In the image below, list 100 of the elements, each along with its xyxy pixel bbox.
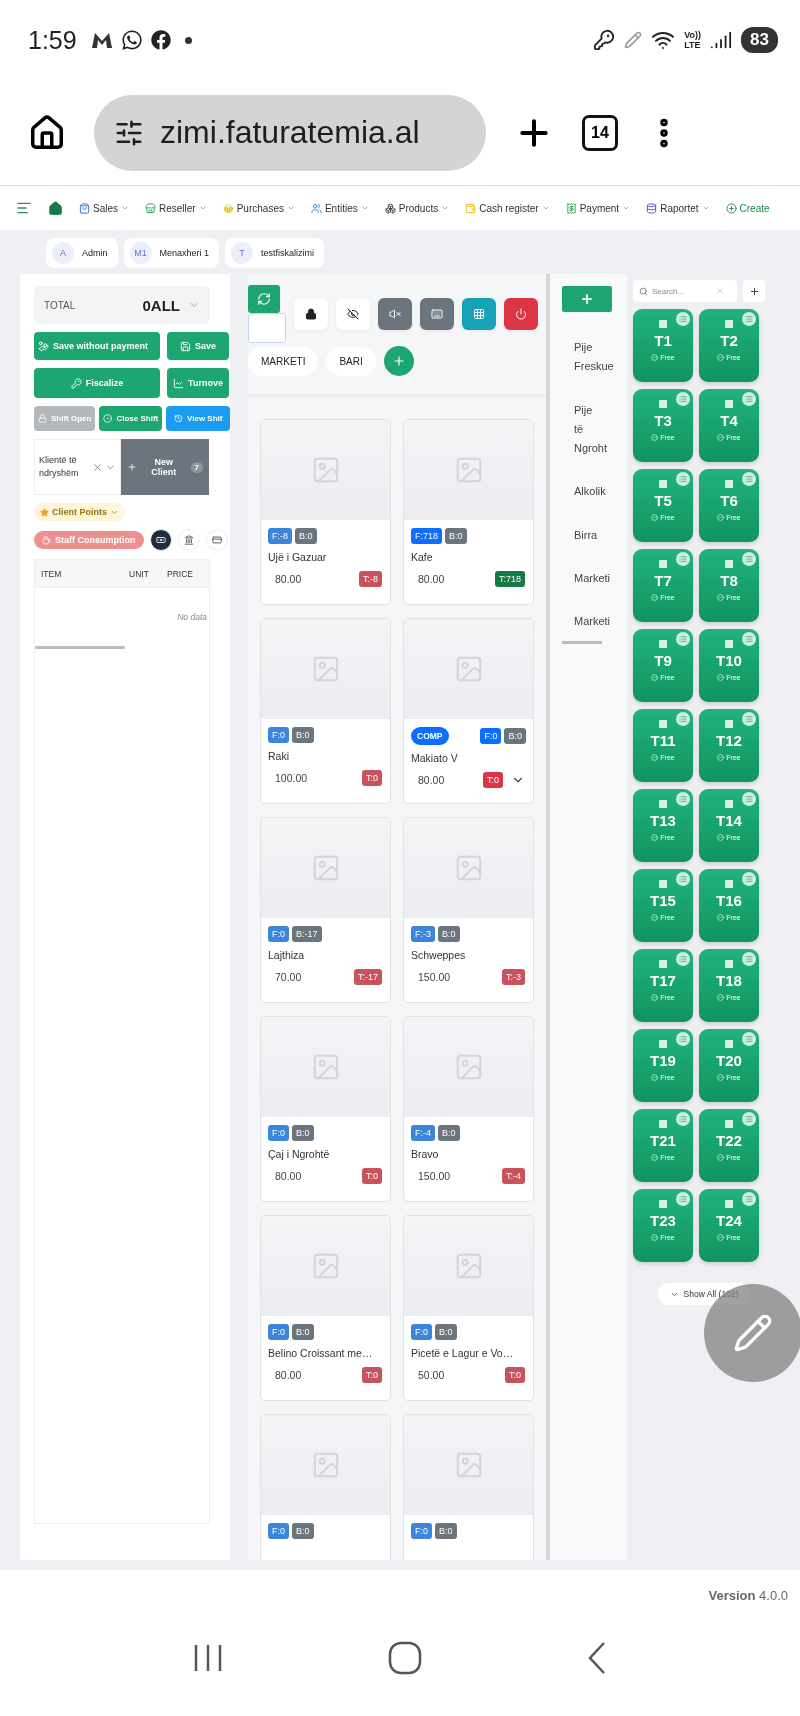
list-icon[interactable] [742, 632, 756, 646]
user-chip[interactable]: A Admin [46, 238, 118, 268]
product-card[interactable]: F:0 B:0 Çaj i Ngrohtë 80.00 T:0 [260, 1016, 391, 1202]
list-icon[interactable] [742, 792, 756, 806]
group-item[interactable]: Pije të Ngroht [562, 400, 624, 459]
client-select[interactable]: Klientë të ndryshëm [34, 439, 121, 495]
product-card[interactable]: F:0 B:0 Raki 100.00 T:0 [260, 618, 391, 804]
product-card[interactable]: F:0 B:0 Belino Croissant me… 80.00 T:0 [260, 1215, 391, 1401]
list-icon[interactable] [676, 1112, 690, 1126]
category-tab[interactable]: MARKETI [248, 346, 319, 376]
list-icon[interactable] [742, 1192, 756, 1206]
group-item[interactable]: Birra [562, 525, 624, 545]
scrollbar[interactable] [35, 646, 125, 649]
nav-item[interactable]: Reseller [145, 202, 207, 214]
product-card[interactable]: F:0 B:0 Picetë e Lagur e Vo… 50.00 T:0 [403, 1215, 534, 1401]
recent-apps-icon[interactable] [192, 1643, 224, 1673]
category-tab[interactable]: BARI [326, 346, 376, 376]
action-button[interactable]: Save [167, 332, 229, 360]
list-icon[interactable] [676, 552, 690, 566]
group-item[interactable]: Pije Freskue [562, 338, 624, 377]
product-card[interactable]: F:0 B:0 [260, 1414, 391, 1560]
clear-icon[interactable] [92, 461, 103, 473]
star-icon [40, 507, 49, 517]
action-button[interactable]: Save without payment [34, 332, 160, 360]
group-item[interactable]: Alkolik [562, 482, 624, 502]
add-table-button[interactable] [743, 280, 765, 302]
list-icon[interactable] [742, 1112, 756, 1126]
nav-item[interactable]: Sales [79, 202, 129, 214]
search-box[interactable]: Search... [633, 280, 737, 302]
list-icon[interactable] [676, 472, 690, 486]
total-box[interactable]: TOTAL 0ALL [34, 286, 210, 324]
nav-item[interactable]: Purchases [222, 202, 295, 214]
product-card[interactable]: COMP F:0 B:0 Makiato V 80.00 T:0 [403, 618, 534, 804]
list-icon[interactable] [676, 792, 690, 806]
list-icon[interactable] [742, 1032, 756, 1046]
list-icon[interactable] [742, 392, 756, 406]
home-button-icon[interactable] [388, 1641, 422, 1675]
product-card[interactable]: F:-4 B:0 Bravo 150.00 T:-4 [403, 1016, 534, 1202]
refresh-button[interactable] [248, 285, 280, 313]
list-icon[interactable] [676, 392, 690, 406]
list-icon[interactable] [742, 712, 756, 726]
hide-button[interactable] [336, 298, 370, 330]
list-icon[interactable] [676, 872, 690, 886]
address-bar[interactable]: zimi.faturatemia.al [94, 94, 486, 171]
grid-button[interactable] [462, 298, 496, 330]
action-button[interactable]: Fiscalize [34, 368, 160, 398]
group-item[interactable]: Marketi [562, 568, 624, 588]
product-card[interactable]: F:-3 B:0 Schweppes 150.00 T:-3 [403, 817, 534, 1003]
nav-item[interactable]: Entities [310, 202, 369, 214]
total-badge: T:-8 [359, 571, 382, 587]
user-chip[interactable]: T testfiskalizimi [225, 238, 325, 268]
table-name: T3 [654, 412, 672, 429]
shift-button[interactable]: Close Shift [99, 406, 163, 431]
image-placeholder-icon [404, 1017, 533, 1117]
nav-item[interactable]: Cash register [465, 202, 550, 214]
product-card[interactable]: F:0 B:0 [403, 1414, 534, 1560]
nav-item[interactable]: Payment [565, 202, 631, 214]
product-price: 150.00 [418, 1170, 452, 1182]
nav-item[interactable]: Products [384, 202, 450, 214]
client-points-button[interactable]: Client Points [34, 503, 125, 521]
tab-switcher[interactable]: 14 [582, 114, 618, 151]
new-client-button[interactable]: New Client 7 [121, 439, 209, 495]
add-group-button[interactable] [562, 286, 612, 312]
product-name: Makiato V [410, 751, 459, 764]
list-icon[interactable] [676, 1032, 690, 1046]
payment-mode-button[interactable] [149, 529, 172, 551]
keyboard-button[interactable] [420, 298, 454, 330]
stock-badge: B:-17 [292, 926, 322, 942]
mute-button[interactable] [378, 298, 412, 330]
list-icon[interactable] [742, 472, 756, 486]
group-item[interactable]: Marketi [562, 612, 624, 632]
power-button[interactable] [504, 298, 538, 330]
search-field[interactable]: Search... [652, 286, 712, 296]
empty-message: No data [177, 612, 207, 622]
product-card[interactable]: F:0 B:-17 Lajthiza 70.00 T:-17 [260, 817, 391, 1003]
list-icon[interactable] [742, 952, 756, 966]
back-icon[interactable] [586, 1641, 608, 1675]
stock-badge: F:0 [268, 926, 289, 942]
list-icon[interactable] [742, 552, 756, 566]
list-icon[interactable] [676, 1192, 690, 1206]
action-button[interactable]: Turnove [167, 368, 229, 398]
list-icon[interactable] [676, 632, 690, 646]
square-icon [659, 320, 667, 328]
home-icon[interactable] [28, 113, 66, 152]
list-icon[interactable] [742, 312, 756, 326]
user-name: Admin [82, 248, 108, 258]
lock-button[interactable] [294, 298, 328, 330]
blank-field[interactable] [248, 313, 286, 343]
user-chip[interactable]: M1 Menaxheri 1 [123, 238, 220, 268]
clear-icon[interactable] [716, 287, 724, 295]
nav-item[interactable]: Raportet [646, 202, 710, 214]
list-icon[interactable] [676, 712, 690, 726]
shift-button[interactable]: View Shif [166, 406, 230, 431]
list-icon[interactable] [742, 872, 756, 886]
list-icon[interactable] [676, 312, 690, 326]
product-card[interactable]: F:718 B:0 Kafe 80.00 T:718 [403, 419, 534, 605]
nav-item[interactable]: Create [725, 202, 770, 214]
product-card[interactable]: F:-8 B:0 Ujë i Gazuar 80.00 T:-8 [260, 419, 391, 605]
add-category-button[interactable] [383, 346, 414, 376]
list-icon[interactable] [676, 952, 690, 966]
